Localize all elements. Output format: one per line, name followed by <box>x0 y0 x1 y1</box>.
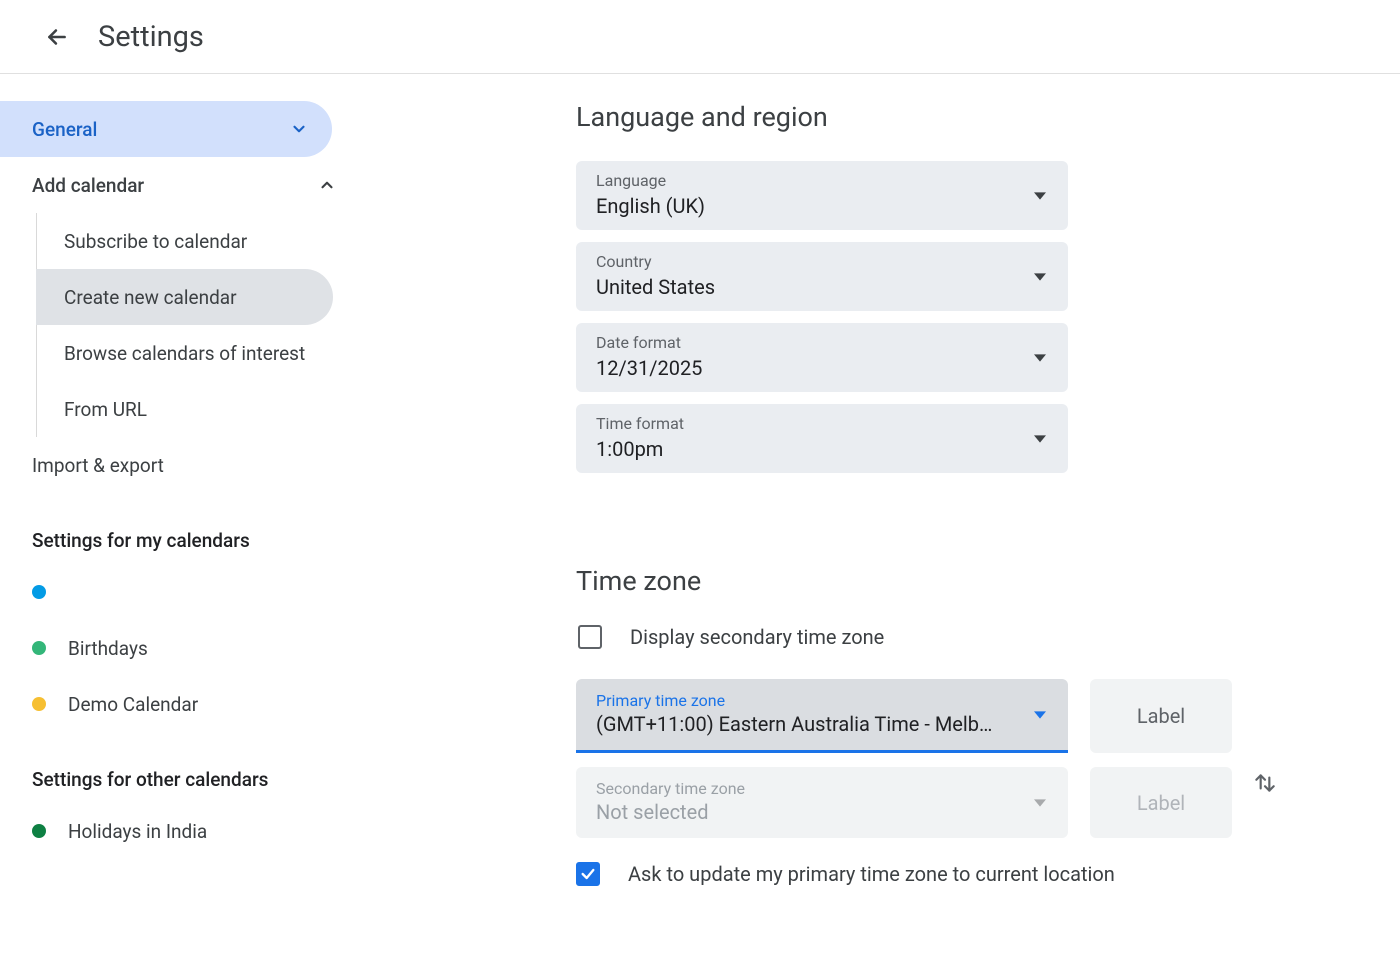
back-button[interactable] <box>34 14 80 60</box>
sidebar-item-add-calendar[interactable]: Add calendar <box>0 157 360 213</box>
chevron-down-icon <box>290 120 308 138</box>
sidebar-cal-item-0[interactable] <box>0 564 360 620</box>
secondary-tz-label-button: Label <box>1090 767 1232 838</box>
check-icon <box>580 866 596 882</box>
sidebar-sub-from-url[interactable]: From URL <box>36 381 360 437</box>
calendar-color-dot <box>32 585 46 599</box>
sidebar-item-general[interactable]: General <box>0 101 332 157</box>
sidebar-cal-item-birthdays[interactable]: Birthdays <box>0 620 360 676</box>
date-format-select[interactable]: Date format 12/31/2025 <box>576 323 1068 392</box>
sidebar-item-label: Holidays in India <box>68 820 207 843</box>
calendar-color-dot <box>32 824 46 838</box>
sidebar-sub-browse[interactable]: Browse calendars of interest <box>36 325 360 381</box>
select-label: Secondary time zone <box>596 779 1048 798</box>
sidebar-item-label: From URL <box>64 398 147 421</box>
select-value: English (UK) <box>596 194 1048 218</box>
country-select[interactable]: Country United States <box>576 242 1068 311</box>
sidebar-heading-other-calendars: Settings for other calendars <box>0 732 360 803</box>
sidebar-sub-create-new[interactable]: Create new calendar <box>36 269 333 325</box>
dropdown-icon <box>1034 352 1046 364</box>
page-title: Settings <box>98 20 204 54</box>
arrow-left-icon <box>44 24 70 50</box>
sidebar-cal-item-demo[interactable]: Demo Calendar <box>0 676 360 732</box>
language-select[interactable]: Language English (UK) <box>576 161 1068 230</box>
calendar-color-dot <box>32 641 46 655</box>
sidebar-item-label: Birthdays <box>68 637 148 660</box>
select-label: Country <box>596 252 1048 271</box>
sidebar-sub-subscribe[interactable]: Subscribe to calendar <box>36 213 360 269</box>
sidebar-item-label: Add calendar <box>32 174 144 197</box>
select-value: 1:00pm <box>596 437 1048 461</box>
sidebar: General Add calendar Subscribe to calend… <box>0 101 360 886</box>
section-title-timezone: Time zone <box>576 565 1400 597</box>
select-label: Date format <box>596 333 1048 352</box>
checkbox-label: Display secondary time zone <box>630 625 884 649</box>
sidebar-item-label: Create new calendar <box>64 286 237 309</box>
swap-timezones-button[interactable] <box>1252 770 1282 800</box>
select-label: Time format <box>596 414 1048 433</box>
select-label: Primary time zone <box>596 691 1048 710</box>
select-value: Not selected <box>596 800 1048 824</box>
sidebar-item-label: Browse calendars of interest <box>64 342 305 365</box>
select-label: Language <box>596 171 1048 190</box>
dropdown-icon <box>1034 190 1046 202</box>
select-value: (GMT+11:00) Eastern Australia Time - Mel… <box>596 712 996 736</box>
checkbox-label: Ask to update my primary time zone to cu… <box>628 862 1115 886</box>
primary-tz-label-button[interactable]: Label <box>1090 679 1232 753</box>
sidebar-item-label: Subscribe to calendar <box>64 230 247 253</box>
primary-timezone-select[interactable]: Primary time zone (GMT+11:00) Eastern Au… <box>576 679 1068 753</box>
sidebar-heading-my-calendars: Settings for my calendars <box>0 493 360 564</box>
select-value: 12/31/2025 <box>596 356 1048 380</box>
section-title-language-region: Language and region <box>576 101 1400 133</box>
calendar-color-dot <box>32 697 46 711</box>
sidebar-cal-item-holidays-india[interactable]: Holidays in India <box>0 803 360 859</box>
dropdown-icon <box>1034 433 1046 445</box>
sidebar-item-label: Import & export <box>32 454 164 477</box>
ask-update-timezone-checkbox[interactable] <box>576 862 600 886</box>
time-format-select[interactable]: Time format 1:00pm <box>576 404 1068 473</box>
swap-vertical-icon <box>1252 770 1278 796</box>
sidebar-item-label: General <box>32 118 97 141</box>
secondary-timezone-select: Secondary time zone Not selected <box>576 767 1068 838</box>
dropdown-icon <box>1034 709 1046 721</box>
dropdown-icon <box>1034 271 1046 283</box>
sidebar-item-label: Demo Calendar <box>68 693 198 716</box>
sidebar-item-import-export[interactable]: Import & export <box>0 437 360 493</box>
select-value: United States <box>596 275 1048 299</box>
display-secondary-checkbox[interactable] <box>578 625 602 649</box>
dropdown-icon <box>1034 797 1046 809</box>
chevron-up-icon <box>318 176 336 194</box>
